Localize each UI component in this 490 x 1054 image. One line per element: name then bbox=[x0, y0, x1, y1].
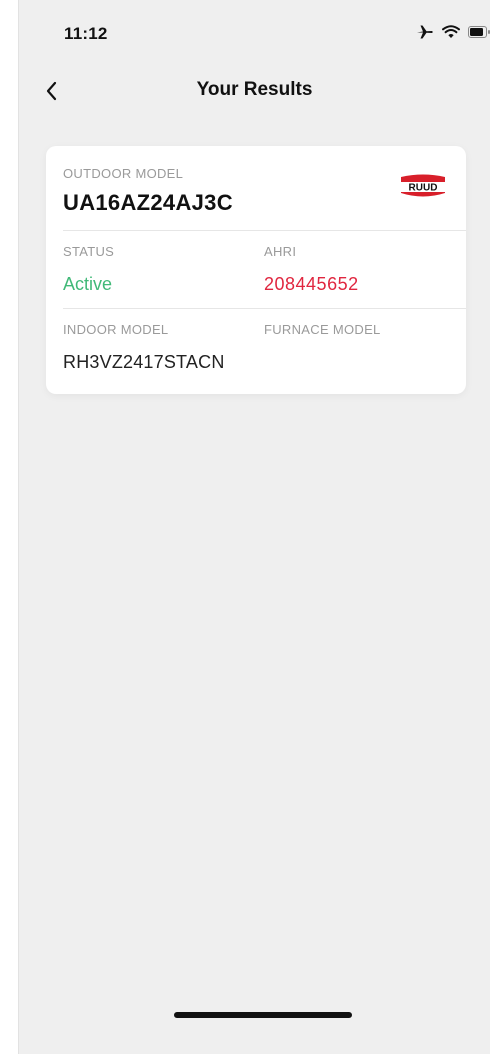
card-divider bbox=[63, 308, 466, 309]
result-card: OUTDOOR MODEL UA16AZ24AJ3C RUUD STATUS A… bbox=[46, 146, 466, 394]
status-bar: 11:12 bbox=[19, 0, 490, 70]
ahri-value: 208445652 bbox=[264, 274, 359, 294]
page-title: Your Results bbox=[196, 79, 313, 100]
indoor-model-value: RH3VZ2417STACN bbox=[63, 352, 225, 372]
battery-icon bbox=[468, 26, 490, 38]
outdoor-model-label: OUTDOOR MODEL bbox=[63, 166, 184, 181]
ahri-label: AHRI bbox=[264, 244, 297, 259]
brand-logo: RUUD bbox=[398, 173, 448, 201]
indoor-model-label: INDOOR MODEL bbox=[63, 322, 169, 337]
status-value: Active bbox=[63, 274, 113, 294]
home-indicator[interactable] bbox=[174, 1012, 352, 1018]
airplane-icon bbox=[416, 24, 434, 40]
nav-bar: Your Results bbox=[19, 70, 490, 112]
card-divider bbox=[63, 230, 466, 231]
status-icons bbox=[416, 24, 490, 40]
app-screen: 11:12 Your Results OUTDOOR MODEL UA16AZ2… bbox=[18, 0, 490, 1054]
wifi-icon bbox=[442, 25, 460, 39]
status-time: 11:12 bbox=[64, 24, 108, 43]
status-label: STATUS bbox=[63, 244, 115, 259]
furnace-model-label: FURNACE MODEL bbox=[264, 322, 381, 337]
outdoor-model-value: UA16AZ24AJ3C bbox=[63, 190, 233, 215]
svg-text:RUUD: RUUD bbox=[409, 183, 438, 194]
